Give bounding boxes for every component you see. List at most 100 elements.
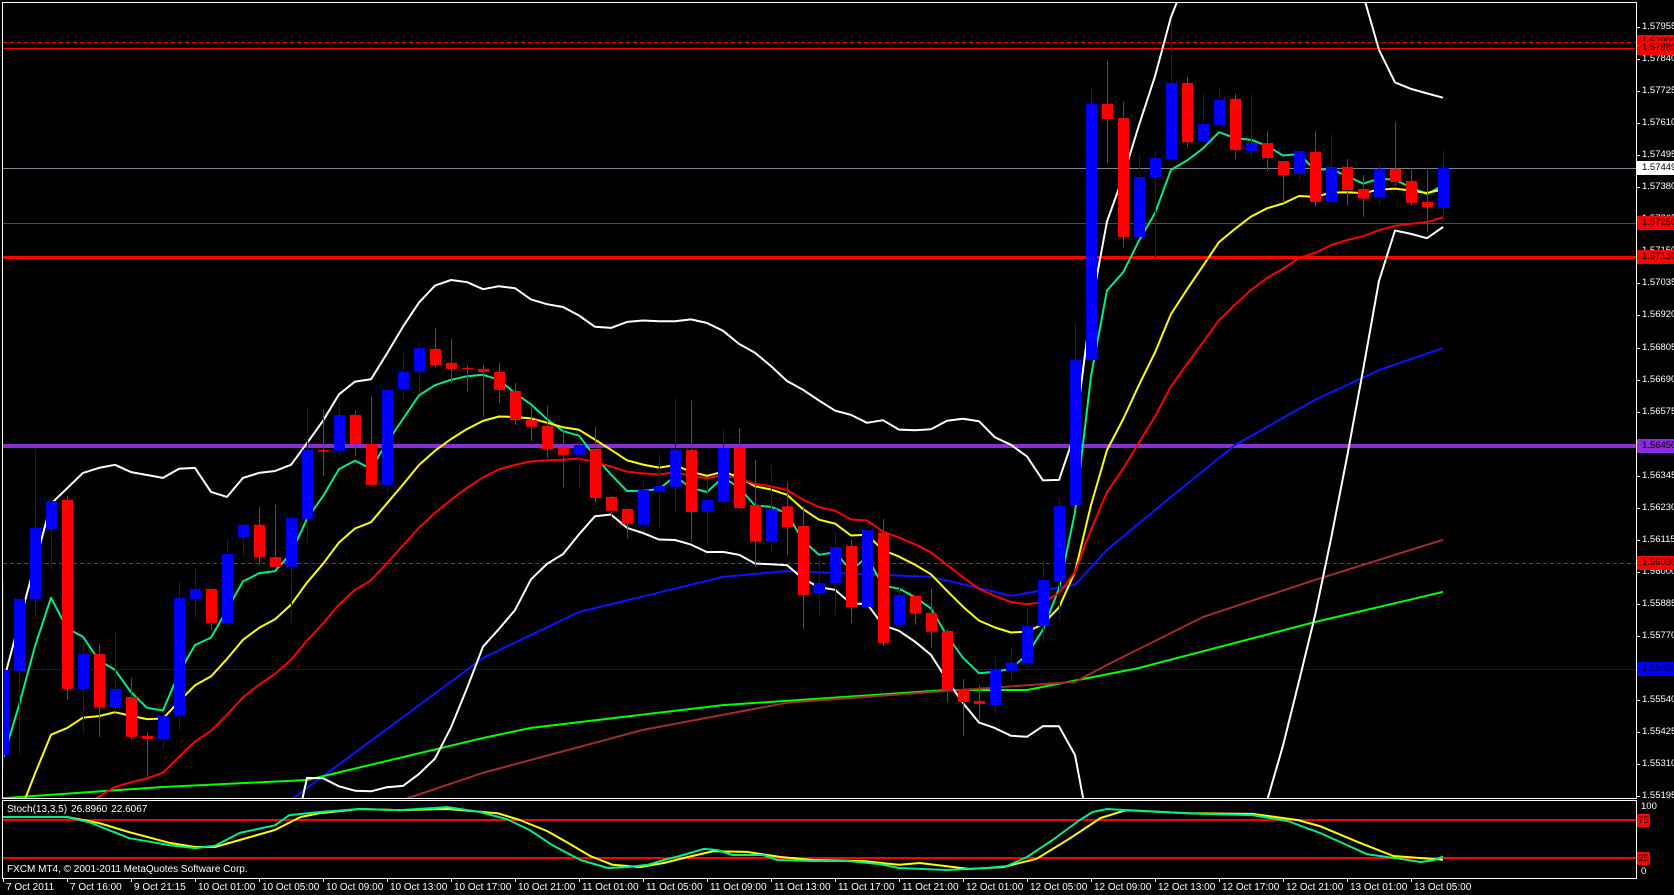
price-tick-mark <box>1637 764 1640 765</box>
price-tick-label: 1.57610 <box>1642 117 1674 128</box>
price-tick-label: 1.56575 <box>1642 406 1674 417</box>
time-tick-label: 7 Oct 16:00 <box>70 882 122 893</box>
time-tick-label: 11 Oct 21:00 <box>902 882 959 893</box>
price-tick-mark <box>1637 476 1640 477</box>
stochastic-indicator-label: Stoch(13,3,5) 26.8960 22.6067 <box>7 803 151 816</box>
price-line-label: 1.57880 <box>1637 41 1674 55</box>
stochastic-level-label: 25 <box>1637 852 1650 865</box>
price-tick-label: 1.55540 <box>1642 694 1674 705</box>
time-tick-label: 10 Oct 21:00 <box>518 882 576 893</box>
time-tick-label: 13 Oct 05:00 <box>1414 882 1472 893</box>
time-tick-label: 12 Oct 01:00 <box>966 882 1024 893</box>
price-tick-mark <box>1637 27 1640 28</box>
price-tick-mark <box>1637 59 1640 60</box>
price-line-label: 1.56030 <box>1637 556 1674 570</box>
price-tick-mark <box>1637 315 1640 316</box>
price-tick-mark <box>1637 380 1640 381</box>
price-tick-label: 1.55885 <box>1642 598 1674 609</box>
price-tick-label: 1.57035 <box>1642 277 1674 288</box>
time-tick-label: 10 Oct 01:00 <box>198 882 256 893</box>
time-tick-mark <box>1155 878 1156 882</box>
time-tick-mark <box>835 878 836 882</box>
time-tick-label: 12 Oct 21:00 <box>1286 882 1344 893</box>
price-tick-mark <box>1637 508 1640 509</box>
time-tick-mark <box>1347 878 1348 882</box>
copyright-text: FXCM MT4, © 2001-2011 MetaQuotes Softwar… <box>7 864 248 875</box>
price-tick-label: 1.56805 <box>1642 342 1674 353</box>
price-tick-mark <box>1637 155 1640 156</box>
stochastic-name: Stoch(13,3,5) <box>7 804 68 815</box>
time-tick-mark <box>1219 878 1220 882</box>
price-line-label: 1.57449 <box>1637 161 1674 175</box>
time-tick-mark <box>259 878 260 882</box>
main-chart-frame <box>2 2 1637 799</box>
time-tick-mark <box>1411 878 1412 882</box>
time-tick-label: 12 Oct 17:00 <box>1222 882 1280 893</box>
price-tick-mark <box>1637 700 1640 701</box>
time-tick-label: 13 Oct 01:00 <box>1350 882 1408 893</box>
time-tick-mark <box>579 878 580 882</box>
time-tick-mark <box>131 878 132 882</box>
price-tick-label: 1.55310 <box>1642 758 1674 769</box>
time-tick-label: 11 Oct 01:00 <box>582 882 639 893</box>
price-tick-label: 1.56690 <box>1642 374 1674 385</box>
stochastic-signal-value: 22.6067 <box>111 804 148 815</box>
time-tick-label: 10 Oct 09:00 <box>326 882 384 893</box>
price-line-label: 1.56450 <box>1637 439 1674 453</box>
time-tick-mark <box>1027 878 1028 882</box>
price-tick-label: 1.56345 <box>1642 470 1674 481</box>
price-tick-label: 1.55425 <box>1642 726 1674 737</box>
stochastic-scale-label: 100 <box>1641 801 1657 812</box>
time-tick-mark <box>195 878 196 882</box>
time-tick-label: 12 Oct 13:00 <box>1158 882 1216 893</box>
price-tick-mark <box>1637 91 1640 92</box>
price-tick-label: 1.56920 <box>1642 309 1674 320</box>
price-tick-mark <box>1637 123 1640 124</box>
time-tick-mark <box>1091 878 1092 882</box>
price-tick-mark <box>1637 796 1640 797</box>
time-tick-mark <box>387 878 388 882</box>
price-tick-mark <box>1637 540 1640 541</box>
time-tick-label: 11 Oct 13:00 <box>774 882 831 893</box>
time-tick-label: 10 Oct 05:00 <box>262 882 320 893</box>
time-tick-mark <box>1283 878 1284 882</box>
time-tick-label: 11 Oct 09:00 <box>710 882 767 893</box>
price-tick-mark <box>1637 732 1640 733</box>
time-tick-label: 11 Oct 17:00 <box>838 882 895 893</box>
price-line-label: 1.55650 <box>1637 662 1674 676</box>
price-tick-mark <box>1637 412 1640 413</box>
time-tick-mark <box>67 878 68 882</box>
time-tick-mark <box>643 878 644 882</box>
time-tick-label: 12 Oct 05:00 <box>1030 882 1088 893</box>
time-tick-label: 10 Oct 17:00 <box>454 882 512 893</box>
time-tick-label: 7 Oct 2011 <box>6 882 55 893</box>
time-tick-mark <box>707 878 708 882</box>
price-tick-label: 1.57495 <box>1642 149 1674 160</box>
time-tick-mark <box>323 878 324 882</box>
price-line-label: 1.57250 <box>1637 216 1674 230</box>
time-tick-mark <box>3 878 4 882</box>
price-tick-label: 1.56230 <box>1642 502 1674 513</box>
time-tick-label: 9 Oct 21:15 <box>134 882 186 893</box>
price-tick-mark <box>1637 604 1640 605</box>
price-tick-label: 1.57725 <box>1642 85 1674 96</box>
time-tick-mark <box>899 878 900 882</box>
time-tick-label: 11 Oct 05:00 <box>646 882 703 893</box>
price-tick-label: 1.55770 <box>1642 630 1674 641</box>
price-tick-mark <box>1637 348 1640 349</box>
price-tick-mark <box>1637 572 1640 573</box>
price-tick-mark <box>1637 187 1640 188</box>
time-tick-mark <box>451 878 452 882</box>
price-tick-label: 1.57955 <box>1642 21 1674 32</box>
stochastic-main-value: 26.8960 <box>71 804 108 815</box>
stochastic-level-label: 75 <box>1637 814 1650 827</box>
time-tick-mark <box>963 878 964 882</box>
price-line-label: 1.57130 <box>1637 250 1674 264</box>
price-tick-mark <box>1637 636 1640 637</box>
price-tick-label: 1.56115 <box>1642 534 1674 545</box>
time-tick-mark <box>771 878 772 882</box>
price-tick-label: 1.57380 <box>1642 181 1674 192</box>
time-tick-mark <box>515 878 516 882</box>
stochastic-scale-label: 0 <box>1641 866 1647 877</box>
time-tick-label: 12 Oct 09:00 <box>1094 882 1152 893</box>
